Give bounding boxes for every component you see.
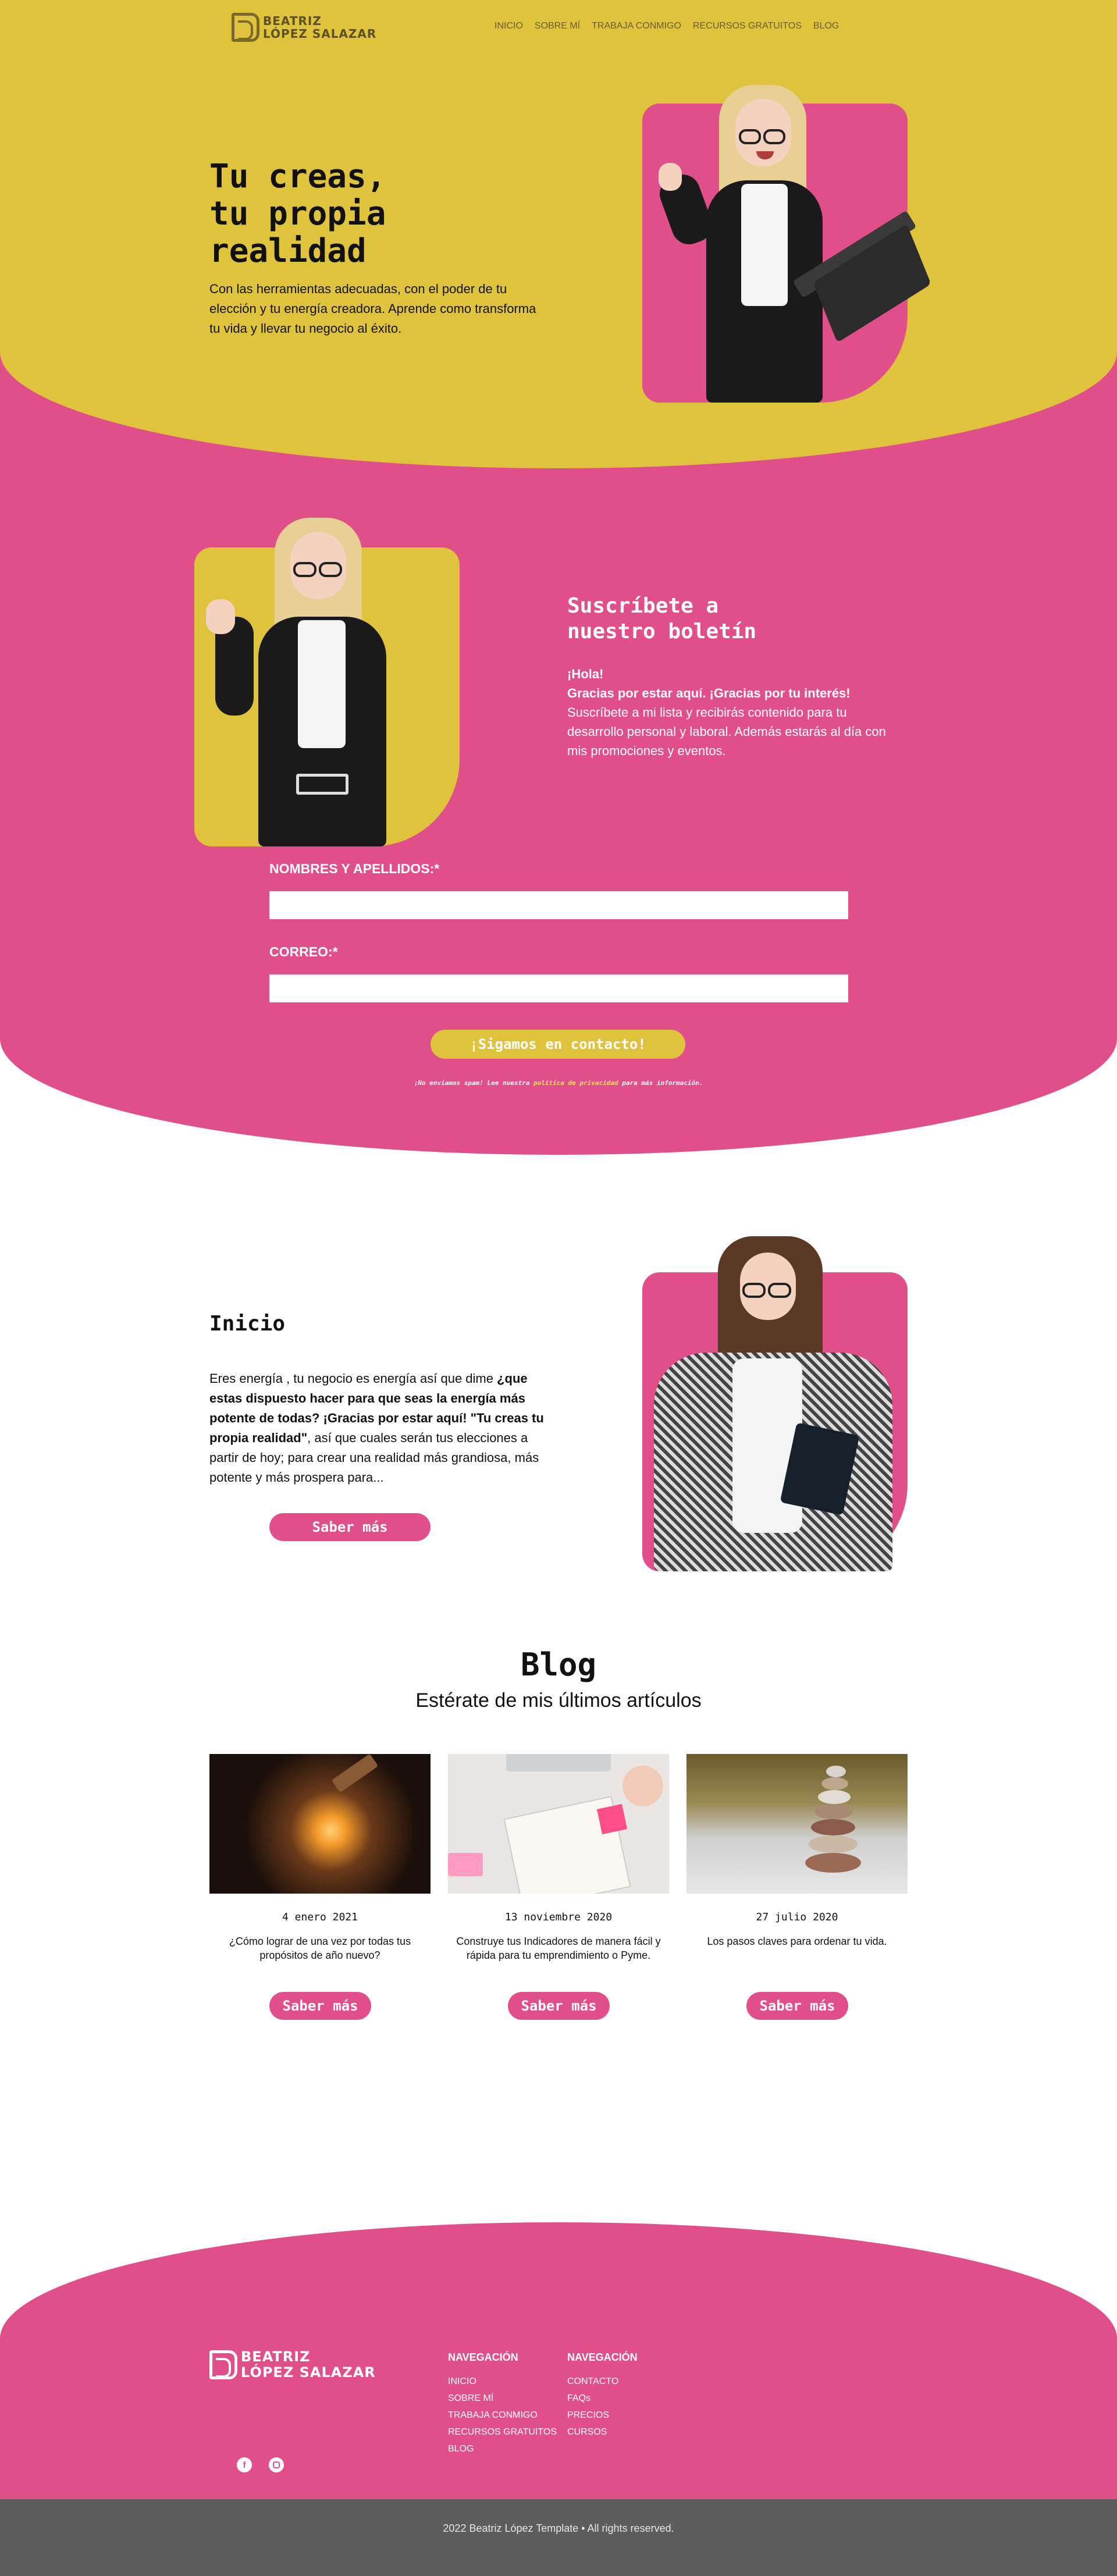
main-nav: INICIO SOBRE MÍ TRABAJA CONMIGO RECURSOS… [495,21,839,31]
subscribe-description: Suscríbete a mi lista y recibirás conten… [567,705,886,758]
subscribe-photo-woman-ok-gesture [194,512,462,846]
footer-nav-column-1: NAVEGACIÓN INICIO SOBRE MÍ TRABAJA CONMI… [448,2351,557,2457]
hero-title-line: tu propia [209,195,386,233]
logo-line-2: LÓPEZ SALAZAR [263,27,377,41]
hero-title: Tu creas, tu propia realidad [209,158,386,270]
footer-link-blog[interactable]: BLOG [448,2440,557,2457]
blog-title: Blog [520,1646,597,1683]
subscribe-section: Suscríbete a nuestro boletín ¡Hola! Grac… [0,468,1117,1155]
blog-post-image-sparkler[interactable] [209,1754,431,1894]
inicio-section: Inicio Eres energía , tu negocio es ener… [0,1155,1117,1646]
subscribe-thanks: Gracias por estar aquí. ¡Gracias por tu … [567,686,851,700]
footer-link-cursos[interactable]: CURSOS [567,2424,638,2440]
inicio-saber-mas-button[interactable]: Saber más [269,1513,431,1541]
footer-link-faqs[interactable]: FAQs [567,2390,638,2407]
hero-photo-woman-laptop [642,81,968,403]
blog-section: Blog Estérate de mis últimos artículos 4… [0,1646,1117,2222]
nav-item-recursos-gratuitos[interactable]: RECURSOS GRATUITOS [693,21,802,31]
blog-post-date: 13 noviembre 2020 [504,1911,613,1923]
blog-post-date: 4 enero 2021 [282,1911,358,1923]
email-field[interactable] [269,974,848,1002]
subscribe-background: Suscríbete a nuestro boletín ¡Hola! Grac… [0,468,1117,1155]
inicio-text: Eres energía , tu negocio es energía así… [209,1369,558,1488]
footer-link-trabaja-conmigo[interactable]: TRABAJA CONMIGO [448,2407,557,2424]
subscribe-text-block: ¡Hola! Gracias por estar aquí. ¡Gracias … [567,664,893,760]
hero-text: Con las herramientas adecuadas, con el p… [209,282,536,336]
blog-post-image-stacked-stones[interactable] [686,1754,908,1894]
nav-item-trabaja-conmigo[interactable]: TRABAJA CONMIGO [592,21,681,31]
nav-item-sobre-mi[interactable]: SOBRE MÍ [535,21,580,31]
name-field[interactable] [269,891,848,919]
footer-logo-icon [209,2350,237,2379]
blog-post-excerpt: Los pasos claves para ordenar tu vida. [707,1935,887,1947]
inicio-photo-woman-notebook [642,1236,908,1571]
subscribe-title: Suscríbete a nuestro boletín [567,593,756,645]
footer-background: BEATRIZ LÓPEZ SALAZAR NAVEGACIÓN INICIO … [0,2222,1117,2499]
hero-title-line: realidad [209,232,367,270]
blog-post-saber-mas-button[interactable]: Saber más [746,1992,848,2020]
brand-logo[interactable]: BEATRIZ LÓPEZ SALAZAR [232,13,376,42]
blog-post-saber-mas-button[interactable]: Saber más [269,1992,371,2020]
disclaimer-text: para más información. [618,1079,703,1087]
blog-post-excerpt: Construye tus Indicadores de manera fáci… [456,1935,661,1961]
footer-logo-line-2: LÓPEZ SALAZAR [241,2364,376,2381]
footer-logo-line-1: BEATRIZ [241,2349,311,2365]
footer-nav-column-2: NAVEGACIÓN CONTACTO FAQs PRECIOS CURSOS [567,2351,638,2440]
spam-disclaimer: ¡No enviamos spam! Lee nuestra política … [0,1079,1117,1087]
facebook-icon[interactable]: f [237,2457,252,2472]
footer-link-recursos-gratuitos[interactable]: RECURSOS GRATUITOS [448,2424,557,2440]
blog-post-excerpt: ¿Cómo lograr de una vez por todas tus pr… [229,1935,411,1961]
subscribe-title-line: nuestro boletín [567,620,757,643]
hero-background: BEATRIZ LÓPEZ SALAZAR INICIO SOBRE MÍ TR… [0,0,1117,468]
instagram-icon[interactable] [269,2457,284,2472]
disclaimer-text: ¡No enviamos spam! Lee nuestra [414,1079,533,1087]
email-field-label: CORREO:* [269,944,338,959]
inicio-text-part: Eres energía , tu negocio es energía así… [209,1371,497,1386]
blog-subtitle: Estérate de mis últimos artículos [415,1689,702,1712]
footer: BEATRIZ LÓPEZ SALAZAR NAVEGACIÓN INICIO … [0,2222,1117,2576]
footer-link-inicio[interactable]: INICIO [448,2373,557,2390]
logo-line-1: BEATRIZ [263,14,322,28]
footer-column-title: NAVEGACIÓN [448,2351,518,2363]
copyright-text: 2022 Beatriz López Template • All rights… [443,2522,674,2534]
hero-section: BEATRIZ LÓPEZ SALAZAR INICIO SOBRE MÍ TR… [0,0,1117,471]
hero-title-line: Tu creas, [209,158,386,195]
blog-post-saber-mas-button[interactable]: Saber más [508,1992,610,2020]
name-field-label: NOMBRES Y APELLIDOS:* [269,861,440,876]
footer-link-precios[interactable]: PRECIOS [567,2407,638,2424]
nav-item-blog[interactable]: BLOG [813,21,839,31]
subscribe-title-line: Suscríbete a [567,594,719,618]
footer-column-title: NAVEGACIÓN [567,2351,638,2363]
logo-icon [232,13,259,42]
top-navigation-bar: BEATRIZ LÓPEZ SALAZAR INICIO SOBRE MÍ TR… [0,0,1117,55]
nav-item-inicio[interactable]: INICIO [495,21,523,31]
privacy-policy-link[interactable]: política de privacidad [533,1079,618,1087]
footer-link-sobre-mi[interactable]: SOBRE MÍ [448,2390,557,2407]
footer-link-contacto[interactable]: CONTACTO [567,2373,638,2390]
blog-post-date: 27 julio 2020 [756,1911,838,1923]
subscribe-button[interactable]: ¡Sigamos en contacto! [431,1030,685,1059]
subscribe-greeting: ¡Hola! [567,667,604,681]
copyright-bar: 2022 Beatriz López Template • All rights… [0,2499,1117,2576]
blog-post-image-planner[interactable] [448,1754,669,1894]
footer-brand-logo[interactable]: BEATRIZ LÓPEZ SALAZAR [209,2349,376,2381]
inicio-title: Inicio [209,1312,286,1336]
